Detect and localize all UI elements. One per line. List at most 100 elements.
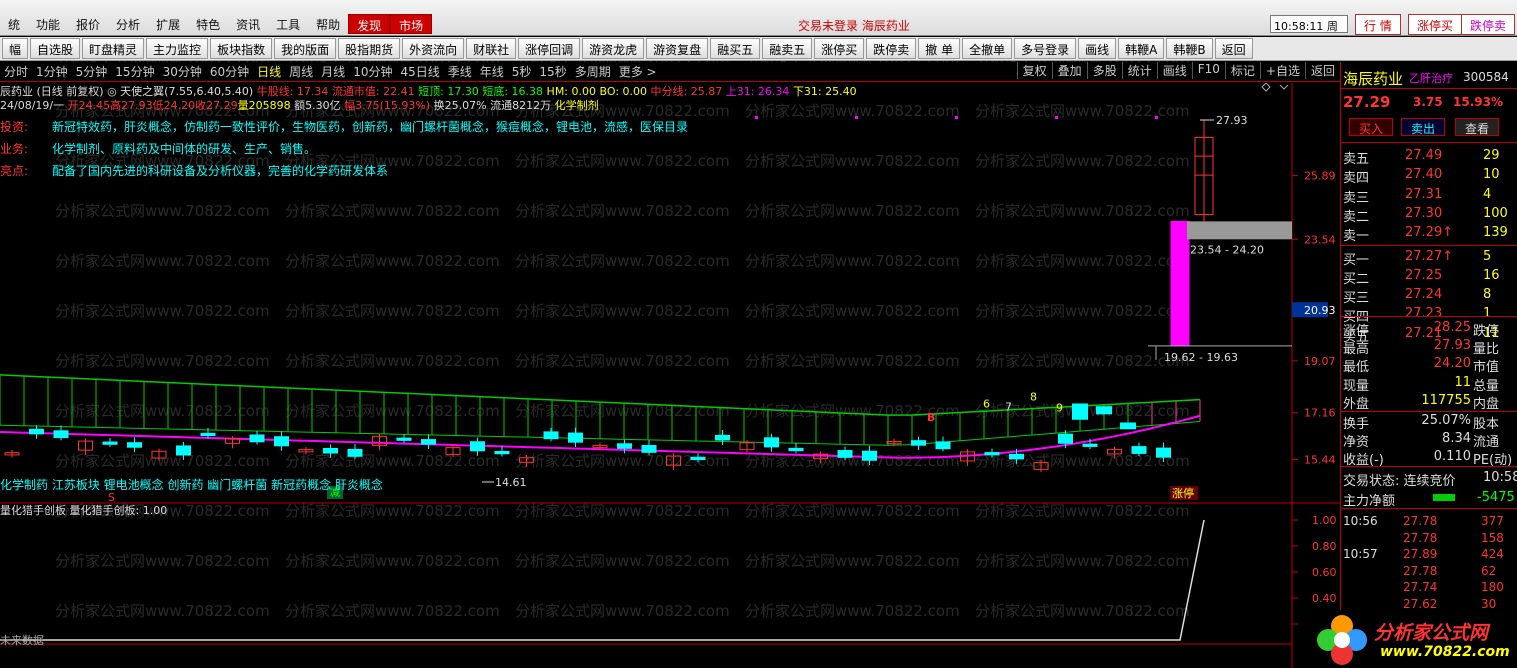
toolbar-button[interactable]: 外资流向 bbox=[402, 38, 465, 59]
toolbar-button[interactable]: 返回 bbox=[1214, 38, 1253, 59]
candle-body bbox=[347, 448, 363, 457]
toolbar-button[interactable]: 画线 bbox=[1078, 38, 1117, 59]
menu-item[interactable]: 发现 bbox=[348, 14, 391, 34]
menu-item[interactable]: 统 bbox=[0, 14, 28, 34]
order-volume: 100 bbox=[1483, 205, 1508, 221]
toolbar-button[interactable]: 多号登录 bbox=[1014, 38, 1077, 59]
period-tab[interactable]: 年线 bbox=[476, 63, 508, 80]
toolbar-button[interactable]: 幅 bbox=[2, 38, 29, 59]
toolbar-button[interactable]: 自选股 bbox=[30, 38, 81, 59]
last-price: 27.29 bbox=[1343, 93, 1391, 111]
toolbar-button[interactable]: 涨停买 bbox=[814, 38, 865, 59]
menu-item[interactable]: 帮助 bbox=[308, 14, 348, 34]
toolbar-button[interactable]: 融买五 bbox=[710, 38, 761, 59]
main-menu: 统功能 报价 分析 扩展 特色 资讯 工具 帮助 发现 市场 bbox=[0, 14, 433, 34]
stock-tag: 乙肝治疗 bbox=[1409, 72, 1453, 85]
period-tab[interactable]: 60分钟 bbox=[206, 63, 253, 80]
menu-item[interactable]: 市场 bbox=[390, 14, 433, 34]
menu-item[interactable]: 功能 bbox=[28, 14, 68, 34]
kline-chart[interactable]: 25.89 23.54 20.93 19.07 17.16 15.44 1.00 0.80 0.… bbox=[0, 83, 1340, 668]
chevron-down-icon bbox=[1279, 84, 1289, 90]
menu-item[interactable]: 报价 bbox=[68, 14, 108, 34]
menu-item[interactable]: 分析 bbox=[108, 14, 148, 34]
low-label: 14.61 bbox=[495, 476, 527, 489]
period-tab[interactable]: 日线 bbox=[253, 63, 285, 80]
toolbar-button[interactable]: 全撤单 bbox=[962, 38, 1013, 59]
chart-tool-button[interactable]: 标记 bbox=[1224, 62, 1260, 79]
tick-price: 27.78 bbox=[1403, 514, 1438, 528]
period-tab[interactable]: 分时 bbox=[0, 63, 32, 80]
toolbar-button[interactable]: 盯盘精灵 bbox=[82, 38, 145, 59]
view-button[interactable]: 查看 bbox=[1455, 118, 1499, 136]
toolbar-button[interactable]: 游资龙虎 bbox=[582, 38, 645, 59]
period-tab[interactable]: 更多 > bbox=[615, 63, 661, 80]
gap-label-upper: 23.54 - 24.20 bbox=[1190, 243, 1264, 256]
toolbar-button[interactable]: 财联社 bbox=[466, 38, 517, 59]
candle-body bbox=[127, 442, 142, 448]
period-tab[interactable]: 5秒 bbox=[508, 63, 536, 80]
candle-body bbox=[494, 450, 510, 455]
menu-item[interactable]: 工具 bbox=[268, 14, 308, 34]
limit-up-buy-button[interactable]: 涨停买 bbox=[1408, 14, 1463, 35]
ind-axis-label: 1.00 bbox=[1312, 514, 1337, 527]
chart-tools: 复权 叠加 多股 统计 画线 F10 标记 +自选 返回 bbox=[1016, 62, 1340, 79]
candle-body bbox=[29, 428, 44, 435]
stat-value: 27.93 bbox=[1433, 338, 1471, 354]
period-tab[interactable]: 季线 bbox=[444, 63, 476, 80]
toolbar-button[interactable]: 股指期货 bbox=[338, 38, 401, 59]
buy-button[interactable]: 买入 bbox=[1349, 118, 1393, 136]
toolbar-button[interactable]: 跌停卖 bbox=[866, 38, 917, 59]
toolbar-button[interactable]: 游资复盘 bbox=[646, 38, 709, 59]
period-tab[interactable]: 45日线 bbox=[396, 63, 443, 80]
period-tab[interactable]: 多周期 bbox=[571, 63, 615, 80]
signal-dot bbox=[1055, 116, 1058, 119]
candle-body bbox=[543, 431, 559, 440]
trade-state-time: 10:58 bbox=[1483, 470, 1517, 485]
zt-marker: 涨停 bbox=[1172, 486, 1194, 500]
stat-label: 换手 bbox=[1343, 417, 1370, 432]
menu-item[interactable]: 扩展 bbox=[148, 14, 188, 34]
period-tab[interactable]: 1分钟 bbox=[32, 63, 72, 80]
toolbar-button[interactable]: 韩鞭B bbox=[1166, 38, 1213, 59]
chart-tool-button[interactable]: 复权 bbox=[1016, 62, 1052, 79]
menu-item[interactable]: 特色 bbox=[188, 14, 228, 34]
toolbar-button[interactable]: 我的版面 bbox=[274, 38, 337, 59]
period-tab[interactable]: 15分钟 bbox=[111, 63, 158, 80]
sell-button[interactable]: 卖出 bbox=[1401, 118, 1445, 136]
tick-volume: 424 bbox=[1481, 547, 1504, 561]
toolbar-button[interactable]: 涨停回调 bbox=[518, 38, 581, 59]
period-tab[interactable]: 5分钟 bbox=[72, 63, 112, 80]
stat-label-2: 流通 bbox=[1473, 435, 1500, 451]
period-tab[interactable]: 月线 bbox=[317, 63, 349, 80]
chart-tool-button[interactable]: F10 bbox=[1191, 62, 1225, 79]
period-tab[interactable]: 15秒 bbox=[535, 63, 570, 80]
future-data-label: 未来数据 bbox=[0, 634, 44, 647]
limit-down-sell-button[interactable]: 跌停卖 bbox=[1461, 14, 1516, 35]
chart-tool-button[interactable]: 画线 bbox=[1156, 62, 1192, 79]
chart-tool-button[interactable]: 叠加 bbox=[1051, 62, 1087, 79]
candle-body bbox=[568, 432, 583, 443]
period-tab[interactable]: 周线 bbox=[285, 63, 317, 80]
candle-body bbox=[715, 434, 730, 441]
candle-body bbox=[176, 445, 191, 456]
period-tab[interactable]: 10分钟 bbox=[349, 63, 396, 80]
diamond-icon bbox=[1261, 83, 1271, 92]
candle-body bbox=[396, 437, 412, 441]
chart-tool-button[interactable]: 多股 bbox=[1086, 62, 1122, 79]
period-tab[interactable]: 30分钟 bbox=[159, 63, 206, 80]
toolbar-button[interactable]: 撤 单 bbox=[918, 38, 961, 59]
chart-tool-button[interactable]: +自选 bbox=[1259, 62, 1305, 79]
menu-item[interactable]: 资讯 bbox=[228, 14, 268, 34]
toolbar-button[interactable]: 融卖五 bbox=[762, 38, 813, 59]
chart-tool-button[interactable]: 返回 bbox=[1304, 62, 1340, 79]
toolbar-button[interactable]: 韩鞭A bbox=[1118, 38, 1165, 59]
order-level: 买三 bbox=[1343, 291, 1370, 307]
quote-button[interactable]: 行 情 bbox=[1355, 14, 1401, 35]
toolbar-button[interactable]: 板块指数 bbox=[210, 38, 273, 59]
signal-number: 6 bbox=[983, 398, 990, 411]
period-tabs: 分时 1分钟 5分钟 15分钟 30分钟 60分钟 日线 周线 月线 10分钟 45日线 季线 年线 5秒… bbox=[0, 63, 661, 80]
trade-state-text: 交易状态: 连续竞价 bbox=[1343, 474, 1456, 489]
concept-tags: 化学制药 江苏板块 锂电池概念 创新药 幽门螺杆菌 新冠药概念 肝炎概念 bbox=[0, 478, 383, 492]
chart-tool-button[interactable]: 统计 bbox=[1121, 62, 1157, 79]
toolbar-button[interactable]: 主力监控 bbox=[146, 38, 209, 59]
